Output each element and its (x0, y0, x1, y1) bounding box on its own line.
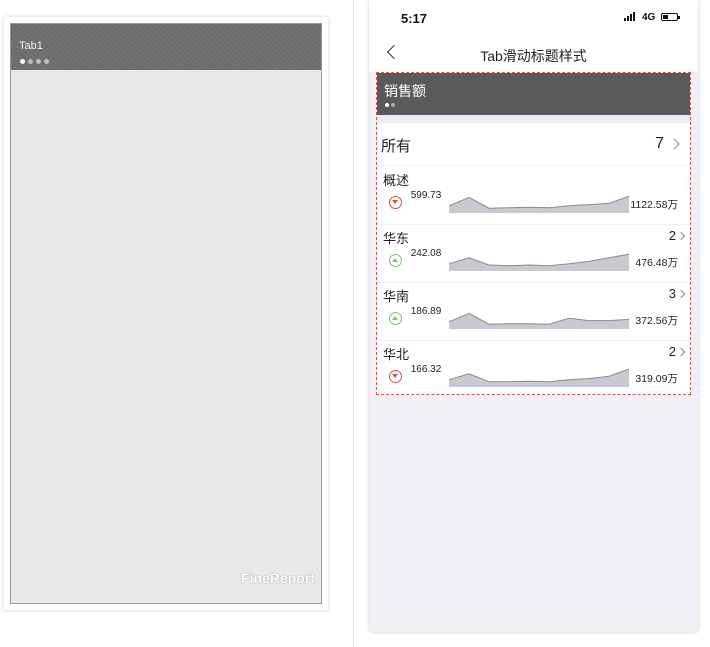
nav-bar: Tab滑动标题样式 (369, 38, 698, 72)
region-big-value: 476.48万 (635, 257, 678, 269)
tab-dot (391, 103, 395, 107)
designer-preview-frame: Tab1 FineReport (4, 17, 328, 610)
region-small-value: 166.32 (410, 364, 442, 375)
designer-tab-bar[interactable]: Tab1 (11, 24, 321, 70)
region-big-value: 1122.58万 (630, 199, 678, 211)
region-small-value: 242.08 (410, 248, 442, 259)
trend-down-icon (389, 196, 402, 209)
tab-dot (36, 59, 41, 64)
region-row[interactable]: 华北 2 166.32 319.09万 (377, 340, 690, 398)
report-tab-bar[interactable]: 销售额 (377, 73, 690, 115)
spacer (377, 115, 690, 123)
region-count: 2 (668, 228, 676, 243)
sparkline-area (449, 369, 629, 387)
designer-canvas: Tab1 FineReport (10, 23, 322, 604)
region-name: 华东 (383, 231, 410, 246)
region-name: 华北 (383, 347, 410, 362)
region-name: 概述 (383, 173, 410, 188)
region-small-value: 599.73 (410, 190, 442, 201)
tab-dot (20, 59, 25, 64)
region-sparkline (449, 312, 629, 329)
summary-label: 所有 (381, 138, 412, 155)
chevron-right-icon[interactable] (668, 138, 680, 150)
designer-tab-label[interactable]: Tab1 (19, 40, 43, 52)
summary-row[interactable]: 所有 7 (377, 123, 690, 166)
region-name: 华南 (383, 289, 410, 304)
region-count: 3 (668, 286, 676, 301)
tab-report-widget: 销售额 所有 7 概述 599.73 1122.58万 华东 2 242.08 (376, 72, 691, 395)
finereport-watermark: FineReport (241, 570, 315, 586)
sparkline-area (449, 313, 629, 329)
summary-count: 7 (655, 135, 664, 152)
nav-title: Tab滑动标题样式 (480, 48, 587, 64)
designer-tab-indicator (20, 59, 49, 64)
chevron-right-icon[interactable] (676, 347, 686, 357)
region-big-value: 319.09万 (635, 373, 678, 385)
chevron-right-icon[interactable] (676, 289, 686, 299)
chevron-right-icon[interactable] (676, 231, 686, 241)
signal-icon (624, 11, 635, 21)
network-type: 4G (642, 12, 656, 23)
sparkline-area (449, 254, 629, 271)
region-big-value: 372.56万 (635, 315, 678, 327)
region-count: 2 (668, 344, 676, 359)
region-sparkline (449, 195, 629, 213)
region-row[interactable]: 华南 3 186.89 372.56万 (377, 282, 690, 341)
region-sparkline (449, 368, 629, 387)
region-small-value: 186.89 (410, 306, 442, 317)
region-row[interactable]: 概述 599.73 1122.58万 (377, 166, 690, 225)
region-row[interactable]: 华东 2 242.08 476.48万 (377, 224, 690, 283)
trend-up-icon (389, 312, 402, 325)
trend-down-icon (389, 370, 402, 383)
region-sparkline (449, 253, 629, 271)
report-tab-label[interactable]: 销售额 (384, 81, 426, 101)
status-bar: 5:17 4G (369, 0, 698, 38)
status-time: 5:17 (401, 11, 428, 26)
panel-divider (353, 0, 354, 647)
tab-dot (28, 59, 33, 64)
phone-preview: 5:17 4G Tab滑动标题样式 销售额 所有 7 概述 599.73 112… (369, 0, 698, 632)
battery-icon (661, 13, 680, 21)
tab-dot (385, 103, 389, 107)
tab-dot (44, 59, 49, 64)
report-tab-indicator (385, 103, 395, 107)
trend-up-icon (389, 254, 402, 267)
sparkline-area (449, 196, 629, 213)
